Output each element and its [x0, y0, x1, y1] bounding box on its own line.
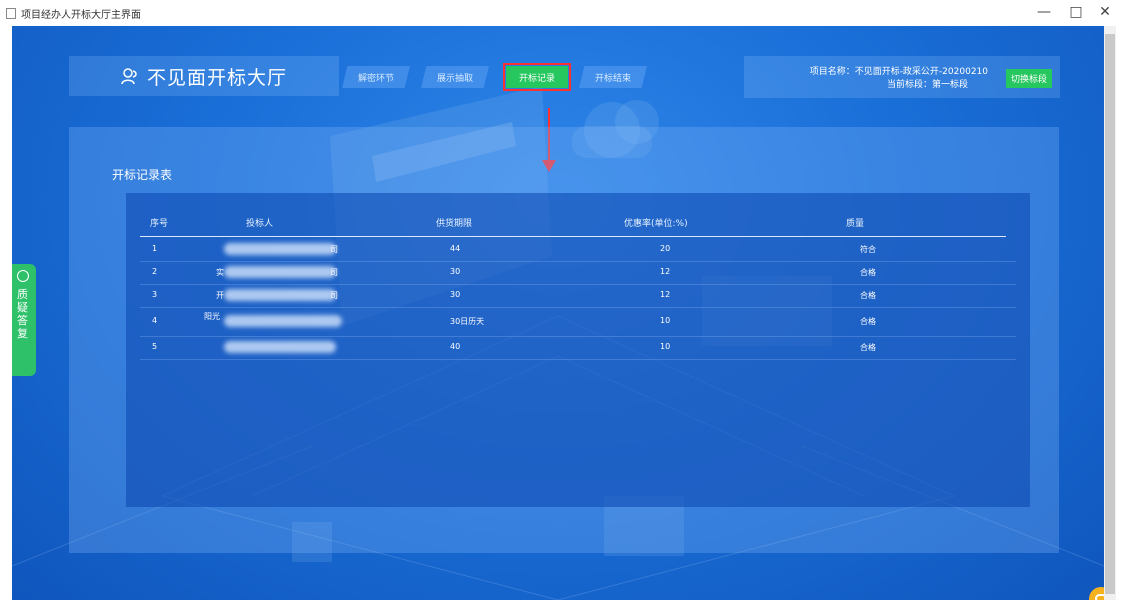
cell-period: 44 [450, 244, 461, 253]
brand-card: 不见面开标大厅 [69, 56, 339, 96]
cell-quality: 合格 [860, 291, 876, 300]
redacted-bidder [224, 243, 336, 255]
project-name: 项目名称：不见面开标-政采公开-20200210 [809, 67, 988, 77]
redacted-bidder [224, 315, 342, 327]
window-title: 项目经办人开标大厅主界面 [21, 9, 141, 21]
chat-icon [1095, 594, 1104, 600]
window-titlebar: 项目经办人开标大厅主界面 [0, 0, 1122, 26]
cell-bidder-suffix: 司 [330, 291, 338, 300]
table-row: 2 实 司 30 12 合格 [140, 262, 1016, 285]
cell-quality: 合格 [860, 343, 876, 352]
qa-reply-button[interactable]: 质疑答复 [12, 264, 36, 376]
cell-no: 1 [152, 244, 158, 253]
vertical-scrollbar[interactable] [1104, 26, 1116, 600]
cell-bidder-suffix: 司 [330, 245, 338, 254]
cell-no: 5 [152, 342, 158, 351]
table-row: 5 40 10 合格 [140, 337, 1016, 360]
cell-quality: 合格 [860, 268, 876, 277]
cell-period: 40 [450, 342, 461, 351]
help-circle-icon [17, 270, 29, 282]
header-divider [140, 236, 1006, 237]
cell-quality: 符合 [860, 245, 876, 254]
cell-no: 4 [152, 316, 158, 325]
cell-bidder-prefix: 实 [216, 268, 224, 277]
cell-rate: 20 [660, 244, 671, 253]
close-button[interactable]: ✕ [1097, 4, 1113, 20]
redacted-bidder [224, 266, 336, 278]
app-icon [6, 7, 16, 19]
cell-rate: 12 [660, 290, 671, 299]
table-row: 3 开 司 30 12 合格 [140, 285, 1016, 308]
col-header-no: 序号 [150, 219, 169, 229]
cell-period: 30日历天 [450, 317, 485, 326]
cell-no: 3 [152, 290, 158, 299]
redacted-bidder [224, 289, 336, 301]
cell-rate: 12 [660, 267, 671, 276]
cell-quality: 合格 [860, 317, 876, 326]
qa-reply-label: 质疑答复 [17, 288, 28, 340]
record-panel: 开标记录表 序号 投标人 供货期限 优惠率(单位:%) 质量 1 司 44 20… [69, 127, 1059, 553]
maximize-button[interactable]: □ [1068, 4, 1084, 20]
cell-rate: 10 [660, 342, 671, 351]
tab-bid-end[interactable]: 开标结束 [579, 66, 647, 88]
cell-rate: 10 [660, 316, 671, 325]
record-table: 序号 投标人 供货期限 优惠率(单位:%) 质量 1 司 44 20 符合 2 … [126, 193, 1030, 507]
cell-period: 30 [450, 267, 461, 276]
table-title: 开标记录表 [112, 168, 173, 182]
tab-bid-record[interactable]: 开标记录 [503, 63, 571, 91]
cell-period: 30 [450, 290, 461, 299]
project-info: 项目名称：不见面开标-政采公开-20200210 当前标段：第一标段 切换标段 [744, 56, 1060, 98]
scrollbar-thumb[interactable] [1105, 34, 1115, 594]
cell-no: 2 [152, 267, 158, 276]
switch-section-button[interactable]: 切换标段 [1005, 69, 1052, 88]
main-area: 不见面开标大厅 解密环节 展示抽取 开标记录 开标结束 项目名称：不见面开标-政… [12, 26, 1104, 600]
tab-draw[interactable]: 展示抽取 [421, 66, 489, 88]
cell-bidder-prefix: 开 [216, 291, 224, 300]
redacted-bidder [224, 341, 336, 353]
col-header-bidder: 投标人 [246, 219, 274, 229]
table-row: 4 阳光 30日历天 10 合格 [140, 308, 1016, 337]
table-row: 1 司 44 20 符合 [140, 239, 1016, 262]
tab-decrypt[interactable]: 解密环节 [342, 66, 410, 88]
col-header-rate: 优惠率(单位:%) [624, 219, 688, 229]
col-header-quality: 质量 [846, 219, 865, 229]
minimize-button[interactable]: — [1036, 4, 1052, 20]
cell-bidder-suffix: 司 [330, 268, 338, 277]
col-header-period: 供货期限 [436, 219, 473, 229]
cell-bidder-prefix: 阳光 [204, 312, 220, 321]
person-group-icon [121, 68, 137, 85]
current-section: 当前标段：第一标段 [886, 80, 968, 90]
brand-title: 不见面开标大厅 [146, 66, 287, 89]
